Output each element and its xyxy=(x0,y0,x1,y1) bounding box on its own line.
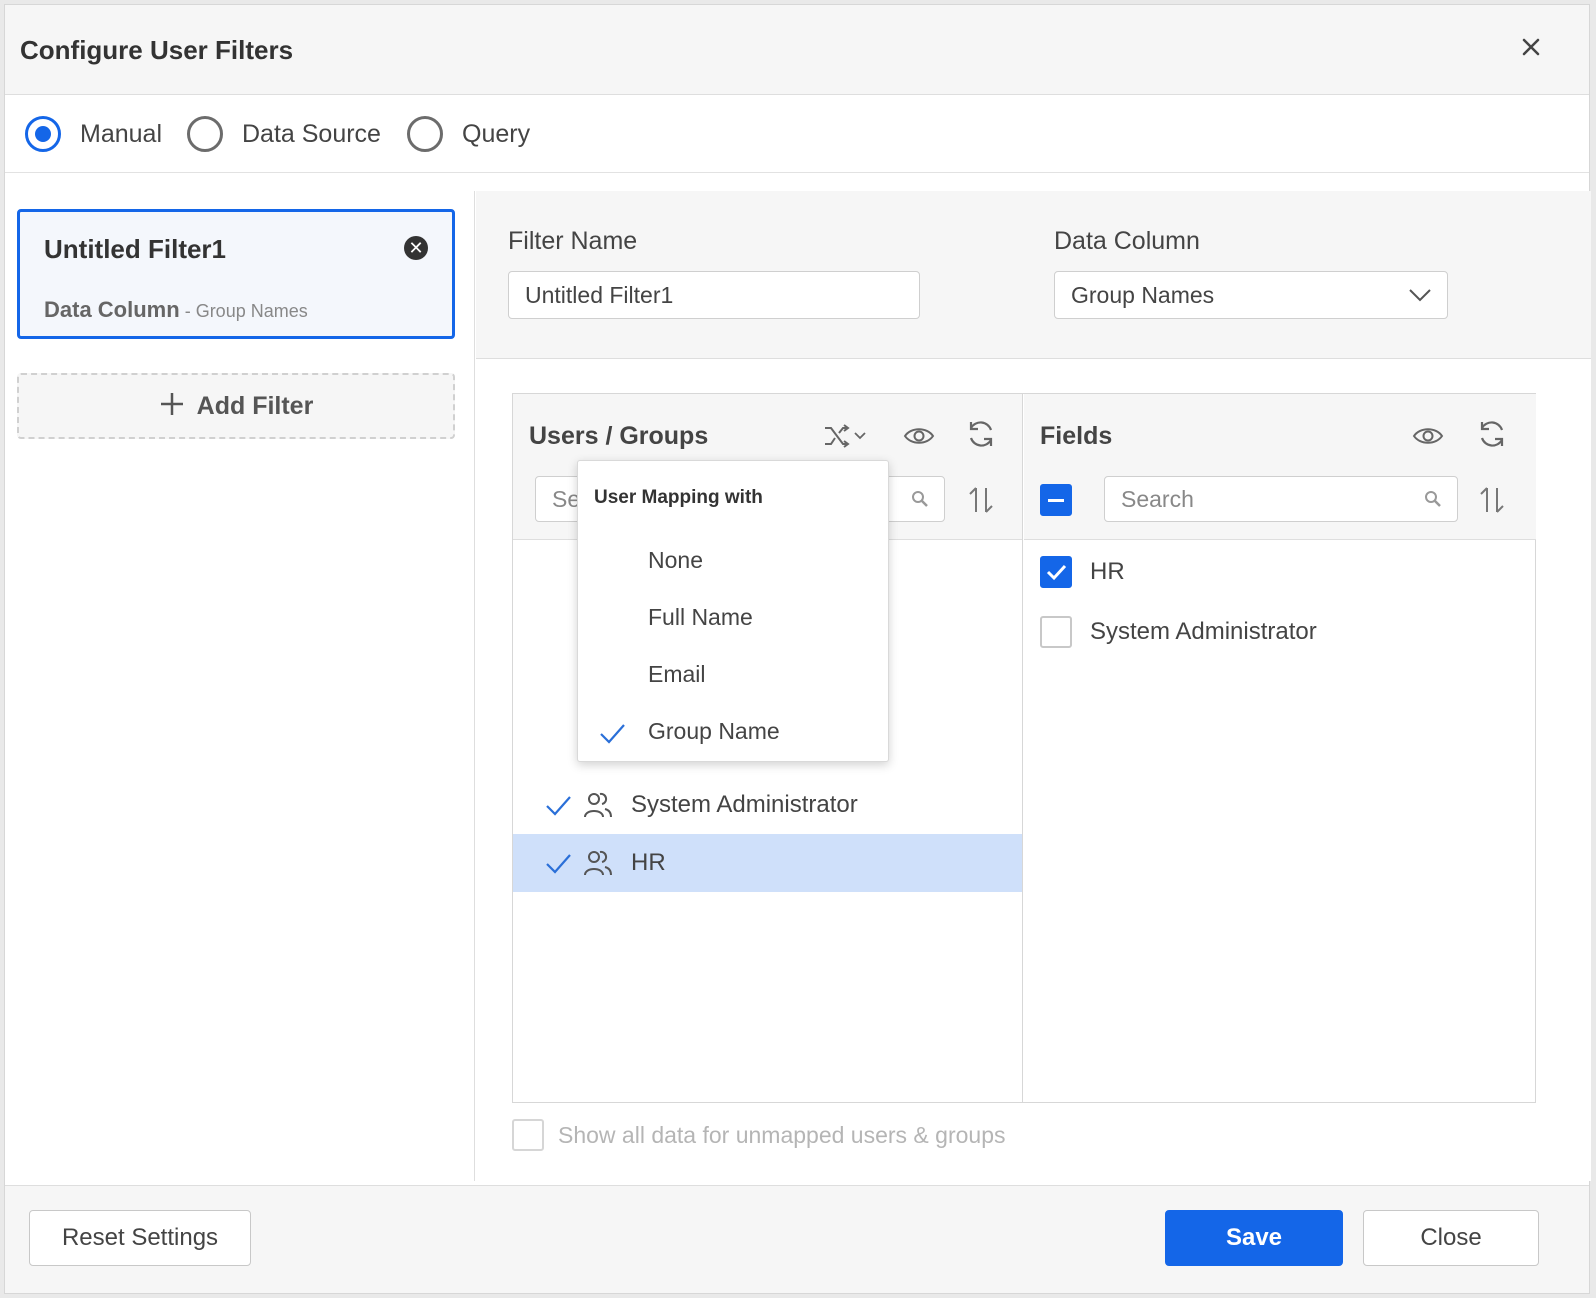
search-icon xyxy=(1425,491,1441,507)
filter-card-column-label: Data Column xyxy=(44,297,180,322)
radio-label: Query xyxy=(462,119,531,148)
popup-title: User Mapping with xyxy=(594,487,763,508)
filter-card-title: Untitled Filter1 xyxy=(44,234,227,264)
radio-button-icon[interactable] xyxy=(25,116,61,152)
filter-name-input[interactable]: Untitled Filter1 xyxy=(508,271,920,319)
show-unmapped-checkbox[interactable] xyxy=(512,1119,544,1151)
data-column-label: Data Column xyxy=(1054,227,1200,255)
radio-label: Manual xyxy=(80,119,162,148)
sort-icon[interactable] xyxy=(965,484,997,516)
radio-button-icon[interactable] xyxy=(407,116,443,152)
filter-card-separator: - xyxy=(179,301,196,321)
field-checkbox[interactable] xyxy=(1040,616,1072,648)
dialog-footer: Reset Settings Save Close xyxy=(5,1185,1589,1293)
field-checkbox[interactable] xyxy=(1040,556,1072,588)
select-all-checkbox[interactable] xyxy=(1040,484,1072,516)
filter-config-pane: Filter Name Untitled Filter1 Data Column… xyxy=(476,191,1591,1181)
filter-card-subtitle: Data Column - Group Names xyxy=(44,297,308,323)
filter-settings: Filter Name Untitled Filter1 Data Column… xyxy=(476,191,1591,359)
add-filter-button[interactable]: Add Filter xyxy=(17,373,455,439)
check-icon xyxy=(600,724,625,744)
sort-icon[interactable] xyxy=(1476,484,1508,516)
list-item-label: System Administrator xyxy=(631,791,858,818)
reset-settings-button[interactable]: Reset Settings xyxy=(29,1210,251,1266)
list-item[interactable]: System Administrator xyxy=(513,776,1022,834)
user-mapping-popup: User Mapping with None Full Name Email G… xyxy=(577,460,889,762)
fields-search-input[interactable]: Search xyxy=(1104,476,1458,522)
save-button[interactable]: Save xyxy=(1165,1210,1343,1266)
show-unmapped-label: Show all data for unmapped users & group… xyxy=(558,1121,1006,1148)
users-groups-title: Users / Groups xyxy=(529,422,709,450)
user-group-icon xyxy=(584,792,612,818)
fields-title: Fields xyxy=(1040,422,1113,450)
refresh-icon[interactable] xyxy=(1476,418,1508,450)
add-filter-label: Add Filter xyxy=(196,391,314,420)
user-group-icon xyxy=(584,850,612,876)
field-item-label: HR xyxy=(1090,558,1125,585)
remove-filter-icon[interactable]: ✕ xyxy=(404,236,428,260)
dialog-header: Configure User Filters xyxy=(5,5,1589,95)
check-icon xyxy=(546,796,571,816)
fields-column: Fields Search HR System Administrator xyxy=(1024,394,1536,1102)
mapping-panel: Users / Groups Se System Administrator H… xyxy=(512,393,1536,1103)
radio-button-icon[interactable] xyxy=(187,116,223,152)
radio-query[interactable]: Query xyxy=(407,114,530,154)
plus-icon xyxy=(159,389,185,423)
data-column-value: Group Names xyxy=(1071,282,1215,308)
fields-header: Fields Search xyxy=(1024,394,1536,540)
filter-name-label: Filter Name xyxy=(508,227,638,255)
check-icon xyxy=(546,854,571,874)
mapping-option-group-name[interactable]: Group Name xyxy=(648,718,780,745)
filter-list-pane: Untitled Filter1 ✕ Data Column - Group N… xyxy=(5,191,475,1181)
filter-card[interactable]: Untitled Filter1 ✕ Data Column - Group N… xyxy=(17,209,455,339)
shuffle-mapping-icon[interactable] xyxy=(821,420,869,452)
search-icon xyxy=(912,491,928,507)
field-item[interactable]: System Administrator xyxy=(1040,612,1317,652)
radio-label: Data Source xyxy=(242,119,381,148)
mapping-option-none[interactable]: None xyxy=(648,547,703,574)
filter-card-column-value: Group Names xyxy=(195,301,308,321)
eye-icon[interactable] xyxy=(1412,420,1444,452)
dialog-title: Configure User Filters xyxy=(20,35,294,65)
close-icon[interactable] xyxy=(1515,31,1547,63)
field-item-label: System Administrator xyxy=(1090,618,1317,645)
mapping-option-full-name[interactable]: Full Name xyxy=(648,604,753,631)
mapping-option-email[interactable]: Email xyxy=(648,661,706,688)
data-column-dropdown[interactable]: Group Names xyxy=(1054,271,1448,319)
refresh-icon[interactable] xyxy=(965,418,997,450)
eye-icon[interactable] xyxy=(903,420,935,452)
field-item[interactable]: HR xyxy=(1040,552,1125,592)
users-groups-column: Users / Groups Se System Administrator H… xyxy=(513,394,1023,1102)
check-icon xyxy=(1046,564,1067,581)
list-item-label: HR xyxy=(631,849,666,876)
chevron-down-icon xyxy=(1409,289,1431,302)
filter-mode-radio-group: Manual Data Source Query xyxy=(5,95,1589,173)
users-groups-search-placeholder: Se xyxy=(552,486,581,512)
radio-data-source[interactable]: Data Source xyxy=(187,114,381,154)
radio-manual[interactable]: Manual xyxy=(25,114,162,154)
configure-user-filters-dialog: Configure User Filters Manual Data Sourc… xyxy=(4,4,1591,1294)
close-button[interactable]: Close xyxy=(1363,1210,1539,1266)
dialog-body: Untitled Filter1 ✕ Data Column - Group N… xyxy=(5,191,1591,1181)
fields-search-placeholder: Search xyxy=(1121,486,1194,512)
show-unmapped-option[interactable]: Show all data for unmapped users & group… xyxy=(512,1115,1006,1155)
list-item[interactable]: HR xyxy=(513,834,1022,892)
